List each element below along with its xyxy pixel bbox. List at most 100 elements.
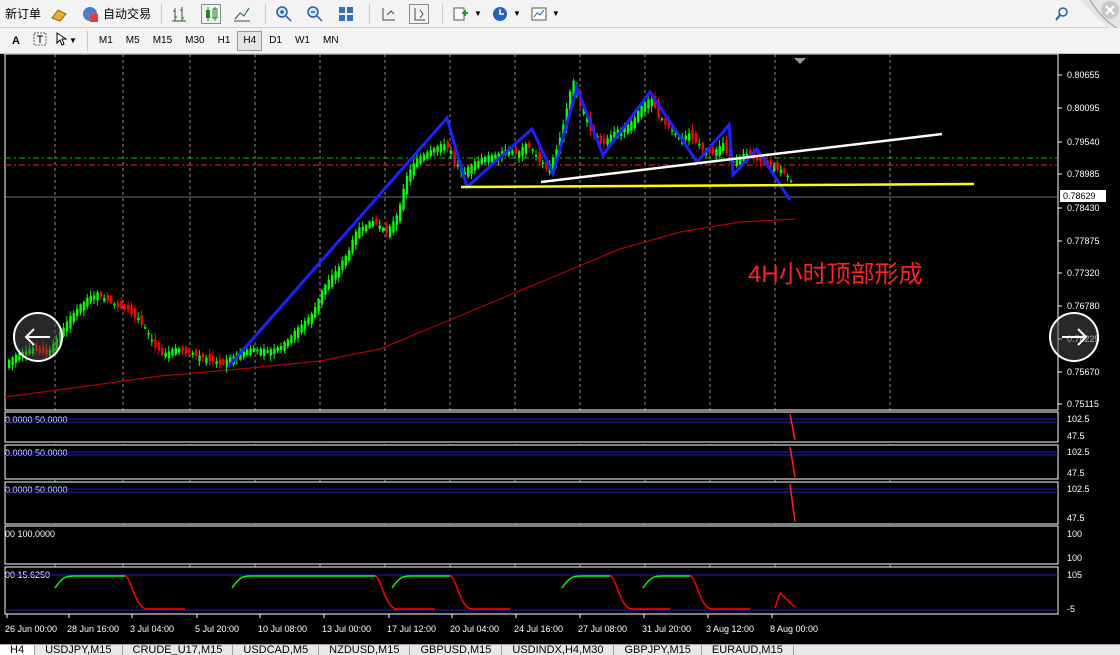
line-chart-button[interactable] (229, 3, 258, 25)
chart-tab[interactable]: NZDUSD,M15 (319, 645, 411, 655)
candle-body (786, 175, 789, 178)
price-axis-label: 0.79540 (1067, 137, 1100, 147)
indicator-label: 0.0000 50.0000 (5, 485, 68, 495)
candle-body (399, 204, 402, 222)
timeframe-w1-button[interactable]: W1 (289, 31, 316, 51)
timeframe-d1-button[interactable]: D1 (263, 31, 288, 51)
candle-body (606, 138, 609, 145)
tile-windows-icon (336, 4, 356, 24)
candle-body (113, 303, 116, 306)
text-label-button[interactable] (30, 30, 50, 52)
candle-body (701, 142, 704, 150)
chart-shift-button[interactable] (375, 3, 404, 25)
chart-tab[interactable]: H4 (0, 645, 36, 655)
bar-chart-icon (170, 4, 190, 24)
timeframe-m5-button[interactable]: M5 (120, 31, 146, 51)
chart-tab[interactable]: USDCAD,M5 (233, 645, 320, 655)
zoom-out-button[interactable] (302, 3, 331, 25)
gold-bars-button[interactable] (46, 3, 75, 25)
chart-tab[interactable]: GBPUSD,M15 (410, 645, 503, 655)
zoom-in-button[interactable] (271, 3, 300, 25)
timeframe-mn-button[interactable]: MN (317, 31, 345, 51)
chart-tab[interactable]: CRUDE_U17,M15 (123, 645, 234, 655)
time-axis-label: 10 Jul 08:00 (258, 624, 307, 634)
price-axis-label: 0.78629 (1063, 191, 1096, 201)
candle-body (303, 320, 307, 330)
new-order-button[interactable]: 新订单 (2, 3, 44, 25)
candle-body (535, 155, 538, 157)
chart-window[interactable]: 4H小时顶部形成 0.80655 0.80095 0.79540 0.78985 0.78… (0, 53, 1120, 644)
candle-body (773, 165, 776, 171)
candle-body (198, 355, 201, 361)
time-axis-label: 24 Jul 16:00 (514, 624, 563, 634)
timeframe-m1-button[interactable]: M1 (93, 31, 119, 51)
candle-body (276, 347, 279, 351)
timeframe-h4-button[interactable]: H4 (237, 30, 263, 51)
time-axis-label: 27 Jul 08:00 (578, 624, 627, 634)
toolbar-separator (161, 3, 163, 24)
candle-body (684, 135, 687, 140)
candle-body (76, 308, 79, 316)
auto-trade-label: 自动交易 (103, 7, 152, 21)
candle-body (368, 221, 371, 229)
indicators-button[interactable]: ▼ (448, 3, 485, 25)
candlestick-button[interactable] (198, 3, 227, 25)
toolbar-separator (369, 3, 371, 24)
candle-body (116, 302, 120, 308)
candle-body (157, 342, 160, 351)
candle-body (249, 348, 252, 356)
indicator-label: 0.0000 50.0000 (5, 415, 68, 425)
indicator-axis-label: 47.5 (1067, 513, 1085, 523)
candle-body (286, 339, 290, 347)
timeframe-m15-button[interactable]: M15 (147, 31, 178, 51)
candle-body (429, 150, 432, 156)
candle-body (337, 266, 341, 278)
indicator-axis-label: 100 (1067, 529, 1082, 539)
candle-body (443, 144, 446, 151)
scroll-right-arrow-icon[interactable] (1049, 312, 1099, 362)
auto-trade-button[interactable]: 自动交易 (77, 3, 154, 25)
template-icon (529, 4, 549, 24)
candle-body (293, 330, 296, 340)
candle-body (450, 151, 453, 154)
chart-tab[interactable]: EURAUD,M15 (702, 645, 794, 655)
candle-body (392, 221, 395, 233)
candle-body (514, 147, 517, 154)
chart-tab[interactable]: USDJPY,M15 (35, 645, 123, 655)
candle-body (531, 149, 534, 152)
candle-body (164, 352, 167, 357)
candle-body (89, 295, 92, 302)
chart-tab[interactable]: GBPJPY,M15 (614, 645, 702, 655)
candle-body (477, 161, 480, 168)
time-axis-label: 8 Aug 00:00 (770, 624, 818, 634)
candle-body (218, 358, 222, 365)
candle-body (174, 347, 177, 355)
time-axis-label: 17 Jul 12:00 (387, 624, 436, 634)
bar-chart-button[interactable] (167, 3, 196, 25)
chart-tabs: H4 USDJPY,M15 CRUDE_U17,M15 USDCAD,M5 NZDUSD… (0, 644, 1120, 655)
chart-canvas[interactable]: 4H小时顶部形成 0.80655 0.80095 0.79540 0.78985 0.78… (0, 53, 1120, 644)
tile-windows-button[interactable] (333, 3, 362, 25)
autoscroll-button[interactable] (406, 3, 435, 25)
price-axis-label: 0.80095 (1067, 103, 1100, 113)
candle-body (171, 349, 174, 356)
timeframe-m30-button[interactable]: M30 (179, 31, 210, 51)
candle-body (718, 145, 721, 156)
periods-button[interactable]: ▼ (487, 3, 524, 25)
dropdown-arrow-icon: ▼ (474, 9, 482, 18)
text-tool-button[interactable]: A (4, 30, 28, 52)
candle-body (371, 221, 375, 227)
moving-average-line (4, 218, 796, 398)
candle-body (188, 348, 191, 353)
candle-body (433, 148, 436, 153)
objects-dropdown[interactable]: ▼ (52, 30, 80, 52)
candle-body (307, 317, 310, 325)
time-axis-label: 28 Jun 16:00 (67, 624, 119, 634)
templates-button[interactable]: ▼ (526, 3, 563, 25)
candle-body (103, 298, 106, 302)
chart-tab[interactable]: USDINDX,H4,M30 (502, 645, 615, 655)
search-icon[interactable] (1054, 6, 1070, 27)
candle-body (300, 324, 303, 333)
timeframe-h1-button[interactable]: H1 (212, 31, 237, 51)
scroll-left-arrow-icon[interactable] (13, 312, 63, 362)
